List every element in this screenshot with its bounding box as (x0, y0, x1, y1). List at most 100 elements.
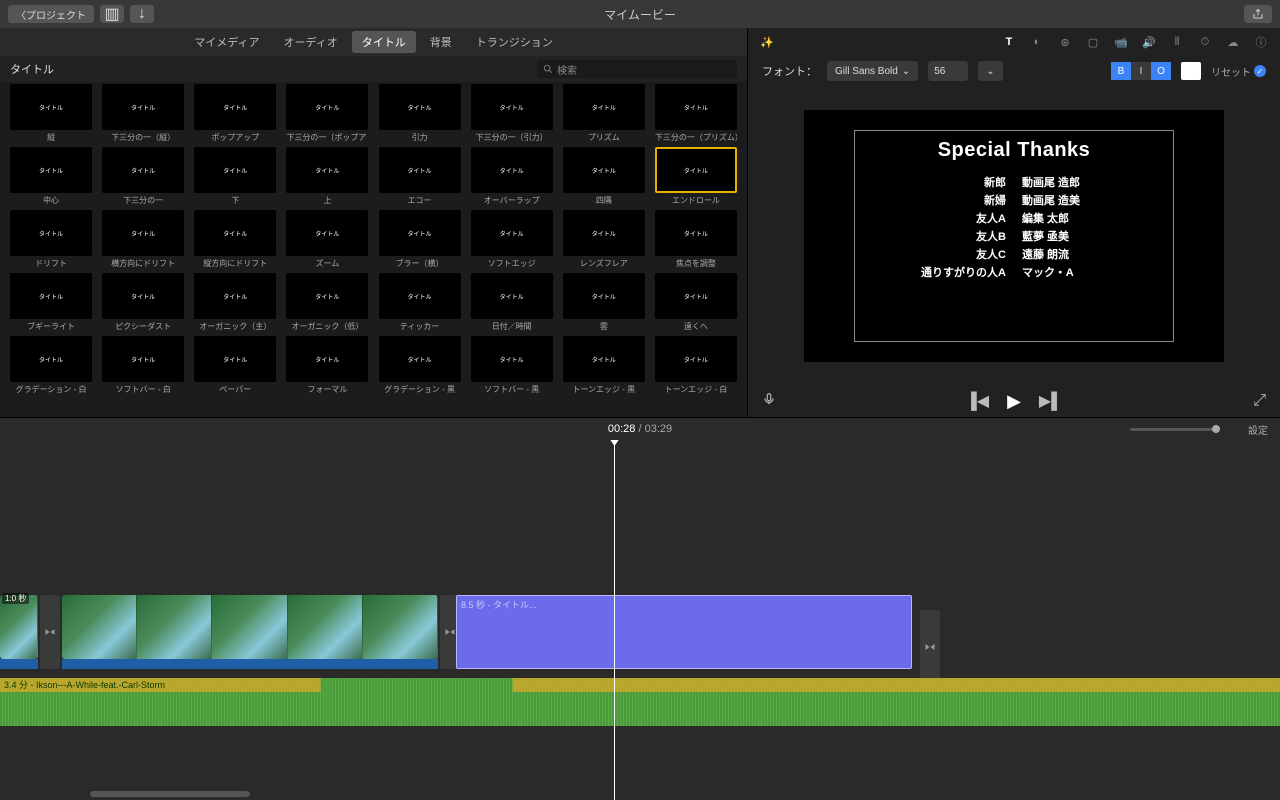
outline-toggle[interactable]: O (1151, 62, 1171, 80)
time-current: 00:28 (608, 423, 636, 435)
title-preset[interactable]: タイトル下三分の一（ポップアップ） (284, 84, 370, 143)
voiceover-icon[interactable] (762, 392, 776, 411)
title-preset[interactable]: タイトル引力 (377, 84, 463, 143)
enhance-icon[interactable]: ✨ (760, 35, 774, 49)
title-preset[interactable]: タイトル雲 (561, 273, 647, 332)
next-button[interactable]: ▶▌ (1039, 391, 1063, 411)
tab-オーディオ[interactable]: オーディオ (274, 31, 348, 53)
eq-icon[interactable]: ⫴ (1170, 35, 1184, 49)
title-preset[interactable]: タイトル下三分の一（縦） (100, 84, 186, 143)
tab-タイトル[interactable]: タイトル (352, 31, 416, 53)
section-label: タイトル (10, 61, 54, 77)
time-header: 00:28 / 03:29 設定 (0, 418, 1280, 440)
title-preset[interactable]: タイトル下三分の一（引力） (469, 84, 555, 143)
title-preset[interactable]: タイトルフォーマル (284, 336, 370, 395)
title-preset[interactable]: タイトルピクシーダスト (100, 273, 186, 332)
title-preset[interactable]: タイトル日付／時間 (469, 273, 555, 332)
title-preset[interactable]: タイトルブギーライト (8, 273, 94, 332)
title-preset[interactable]: タイトル遠くへ (653, 273, 739, 332)
preview-canvas[interactable]: Special Thanks 新郎動画尾 造郎新婦動画尾 造美友人A編集 太郎友… (804, 110, 1224, 362)
back-label: プロジェクト (26, 7, 86, 22)
font-size-field[interactable]: 56 (928, 61, 968, 81)
tab-マイメディア[interactable]: マイメディア (184, 31, 269, 53)
share-button[interactable] (1244, 5, 1272, 23)
title-preset[interactable]: タイトルポップアップ (192, 84, 278, 143)
transition-handle[interactable] (920, 610, 940, 684)
horizontal-scrollbar[interactable] (90, 791, 250, 797)
crop-icon[interactable]: ▢ (1086, 35, 1100, 49)
fullscreen-icon[interactable]: ⤢ (1253, 392, 1266, 410)
title-preset[interactable]: タイトルペーパー (192, 336, 278, 395)
stabilize-icon[interactable]: 📹 (1114, 35, 1128, 49)
title-preset[interactable]: タイトルオーガニック（低） (284, 273, 370, 332)
title-preset[interactable]: タイトル中心 (8, 147, 94, 206)
tab-背景[interactable]: 背景 (420, 31, 462, 53)
title-preset[interactable]: タイトルソフトバー - 黒 (469, 336, 555, 395)
title-preset[interactable]: タイトルソフトエッジ (469, 210, 555, 269)
title-preset[interactable]: タイトル縦 (8, 84, 94, 143)
bold-toggle[interactable]: B (1111, 62, 1131, 80)
title-preset[interactable]: タイトルグラデーション - 白 (8, 336, 94, 395)
title-preset[interactable]: タイトルドリフト (8, 210, 94, 269)
back-button[interactable]: 〈 プロジェクト (8, 5, 94, 23)
credits-heading: Special Thanks (938, 139, 1091, 162)
title-preset[interactable]: タイトルオーガニック（主） (192, 273, 278, 332)
audio-clip[interactable]: 3.4 分 - Ikson---A-While-feat.-Carl-Storm (0, 678, 1280, 726)
font-size-stepper[interactable]: ⌄ (978, 61, 1002, 81)
playhead[interactable] (614, 440, 615, 800)
title-preset[interactable]: タイトル下三分の一（プリズム） (653, 84, 739, 143)
video-clip[interactable] (62, 595, 438, 669)
viewer-panel: ✨ T ◐ ⊛ ▢ 📹 🔊 ⫴ ⏱ ☁ ⓘ フォント： Gill Sans Bo… (748, 28, 1280, 417)
speed-icon[interactable]: ⏱ (1198, 35, 1212, 49)
italic-toggle[interactable]: I (1131, 62, 1151, 80)
title-preset[interactable]: タイトル下三分の一 (100, 147, 186, 206)
title-preset[interactable]: タイトルプリズム (561, 84, 647, 143)
time-total: 03:29 (645, 423, 673, 435)
title-preset[interactable]: タイトルトーンエッジ - 黒 (561, 336, 647, 395)
library-toggle-icon[interactable]: ▥ (100, 5, 124, 23)
title-clip-label: 8.5 秒 - タイトル... (457, 596, 911, 613)
credits-text-box[interactable]: Special Thanks 新郎動画尾 造郎新婦動画尾 造美友人A編集 太郎友… (854, 130, 1174, 342)
timeline[interactable]: 1:0 秒 8.5 秒 - タイトル... 3.4 分 - Ikson---A-… (0, 440, 1280, 800)
color-swatch[interactable] (1181, 62, 1201, 80)
volume-icon[interactable]: 🔊 (1142, 35, 1156, 49)
text-icon[interactable]: T (1002, 35, 1016, 49)
color-balance-icon[interactable]: ◐ (1030, 35, 1044, 49)
import-icon[interactable]: ↓ (130, 5, 154, 23)
transition-handle[interactable] (40, 595, 60, 669)
titlebar: 〈 プロジェクト ▥ ↓ マイムービー (0, 0, 1280, 28)
font-label: フォント： (762, 63, 817, 79)
font-family-select[interactable]: Gill Sans Bold⌄ (827, 61, 918, 81)
reset-button[interactable]: リセット✓ (1211, 64, 1266, 79)
media-browser: マイメディアオーディオタイトル背景トランジション タイトル 検索 タイトル縦タイ… (0, 28, 748, 417)
title-preset[interactable]: タイトル上 (284, 147, 370, 206)
title-preset[interactable]: タイトルズーム (284, 210, 370, 269)
tab-トランジション[interactable]: トランジション (466, 31, 563, 53)
title-preset[interactable]: タイトルエコー (377, 147, 463, 206)
title-preset[interactable]: タイトルエンドロール (653, 147, 739, 206)
title-clip[interactable]: 8.5 秒 - タイトル... (456, 595, 912, 669)
title-preset[interactable]: タイトルオーバーラップ (469, 147, 555, 206)
info-icon[interactable]: ⓘ (1254, 35, 1268, 49)
settings-button[interactable]: 設定 (1248, 422, 1268, 437)
title-preset[interactable]: タイトルグラデーション - 黒 (377, 336, 463, 395)
play-button[interactable]: ▶ (1007, 391, 1021, 412)
title-preset[interactable]: タイトル四隅 (561, 147, 647, 206)
title-preset[interactable]: タイトルソフトバー - 白 (100, 336, 186, 395)
title-preset[interactable]: タイトル焦点を調整 (653, 210, 739, 269)
project-title: マイムービー (604, 6, 676, 23)
title-preset[interactable]: タイトル縦方向にドリフト (192, 210, 278, 269)
title-preset[interactable]: タイトルトーンエッジ - 白 (653, 336, 739, 395)
title-preset[interactable]: タイトルティッカー (377, 273, 463, 332)
filter-icon[interactable]: ☁ (1226, 35, 1240, 49)
title-preset[interactable]: タイトルレンズフレア (561, 210, 647, 269)
prev-button[interactable]: ▐◀ (965, 391, 989, 411)
title-preset[interactable]: タイトル横方向にドリフト (100, 210, 186, 269)
title-preset[interactable]: タイトル下 (192, 147, 278, 206)
audio-clip-label: 3.4 分 - Ikson---A-While-feat.-Carl-Storm (4, 678, 165, 691)
color-correct-icon[interactable]: ⊛ (1058, 35, 1072, 49)
zoom-slider[interactable] (1130, 428, 1220, 431)
clip-duration-tag: 1:0 秒 (2, 593, 29, 604)
search-input[interactable]: 検索 (537, 60, 737, 78)
title-preset[interactable]: タイトルブラー（横） (377, 210, 463, 269)
